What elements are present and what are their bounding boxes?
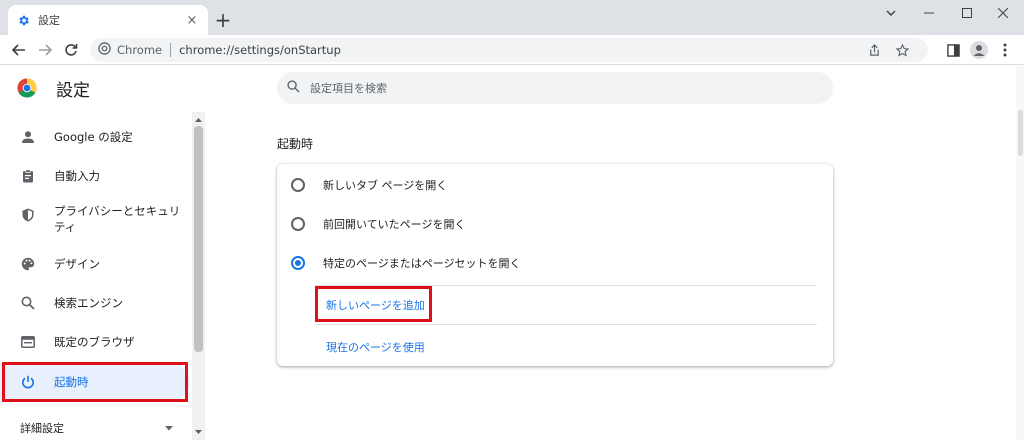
radio-button[interactable] — [291, 217, 305, 231]
sidebar-item-label: Google の設定 — [54, 130, 133, 144]
tab-strip: 設定 × + — [0, 0, 1024, 35]
close-tab-button[interactable]: × — [184, 12, 200, 28]
tab-title: 設定 — [38, 14, 60, 27]
radio-option-new-tab[interactable]: 新しいタブ ページを開く — [291, 175, 811, 195]
search-icon — [287, 80, 300, 96]
settings-search-input[interactable]: 設定項目を検索 — [277, 72, 833, 104]
address-bar[interactable]: Chrome chrome://settings/onStartup — [90, 38, 928, 62]
sidebar-item-label: デザイン — [54, 257, 100, 271]
radio-label: 特定のページまたはページセットを開く — [323, 257, 521, 270]
radio-option-specific-pages[interactable]: 特定のページまたはページセットを開く — [291, 253, 811, 273]
sidebar-scrollbar-thumb[interactable] — [194, 126, 203, 352]
sidebar-item-appearance[interactable]: デザイン — [0, 245, 190, 283]
sidebar-item-label: 自動入力 — [54, 169, 100, 183]
sidebar-item-default-browser[interactable]: 既定のブラウザ — [0, 323, 190, 361]
scroll-up-arrow-icon[interactable] — [193, 114, 204, 124]
use-current-pages-link[interactable]: 現在のページを使用 — [326, 339, 425, 355]
person-icon — [20, 129, 36, 145]
radio-label: 新しいタブ ページを開く — [323, 179, 448, 192]
search-icon — [20, 295, 36, 311]
radio-option-continue[interactable]: 前回開いていたページを開く — [291, 214, 811, 234]
profile-avatar-icon[interactable] — [968, 39, 990, 61]
sidebar-item-label: プライバシーとセキュリティ — [54, 204, 181, 234]
more-menu-icon[interactable] — [994, 39, 1016, 61]
reload-icon[interactable] — [60, 39, 82, 61]
omnibox-separator — [170, 43, 172, 57]
section-title: 起動時 — [277, 137, 314, 151]
scroll-down-arrow-icon[interactable] — [193, 426, 204, 436]
side-panel-icon[interactable] — [942, 39, 964, 61]
highlight-box-startup — [2, 362, 188, 402]
radio-button-checked[interactable] — [291, 256, 305, 270]
back-icon[interactable] — [8, 39, 30, 61]
highlight-box-add-page — [315, 286, 432, 322]
page-scrollbar-thumb[interactable] — [1018, 110, 1023, 156]
settings-header: 設定 設定項目を検索 — [0, 66, 1024, 112]
chrome-logo-icon — [17, 78, 37, 98]
maximize-icon[interactable] — [948, 0, 986, 26]
caret-down-icon — [164, 422, 174, 432]
site-label: Chrome — [117, 43, 163, 57]
sidebar-item-label: 検索エンジン — [54, 296, 123, 310]
close-window-icon[interactable] — [984, 0, 1022, 26]
radio-button[interactable] — [291, 178, 305, 192]
sidebar-item-search-engine[interactable]: 検索エンジン — [0, 284, 190, 322]
sidebar-item-privacy[interactable]: プライバシーとセキュリティ — [0, 196, 190, 244]
advanced-settings-toggle[interactable]: 詳細設定 — [20, 420, 64, 436]
bookmark-star-icon[interactable] — [892, 40, 912, 60]
palette-icon — [20, 256, 36, 272]
tab-settings[interactable]: 設定 × — [8, 5, 208, 35]
minimize-icon[interactable] — [910, 0, 948, 26]
chrome-site-icon — [98, 42, 111, 58]
clipboard-icon — [20, 168, 36, 184]
radio-label: 前回開いていたページを開く — [323, 218, 466, 231]
page-title: 設定 — [56, 81, 90, 101]
sidebar-item-label: 既定のブラウザ — [54, 335, 135, 349]
search-placeholder: 設定項目を検索 — [310, 82, 387, 95]
startup-options-card: 新しいタブ ページを開く 前回開いていたページを開く 特定のページまたはページセ… — [277, 164, 833, 366]
url-text: chrome://settings/onStartup — [179, 43, 341, 57]
divider — [315, 324, 817, 325]
sidebar-item-autofill[interactable]: 自動入力 — [0, 157, 190, 195]
shield-icon — [20, 207, 36, 223]
share-icon[interactable] — [864, 40, 884, 60]
browser-icon — [20, 334, 36, 350]
gear-icon — [16, 13, 30, 27]
forward-icon[interactable] — [34, 39, 56, 61]
sidebar-item-google[interactable]: Google の設定 — [0, 118, 190, 156]
new-tab-button[interactable]: + — [212, 9, 234, 31]
tab-search-icon[interactable] — [872, 0, 910, 26]
toolbar: Chrome chrome://settings/onStartup — [0, 35, 1024, 65]
